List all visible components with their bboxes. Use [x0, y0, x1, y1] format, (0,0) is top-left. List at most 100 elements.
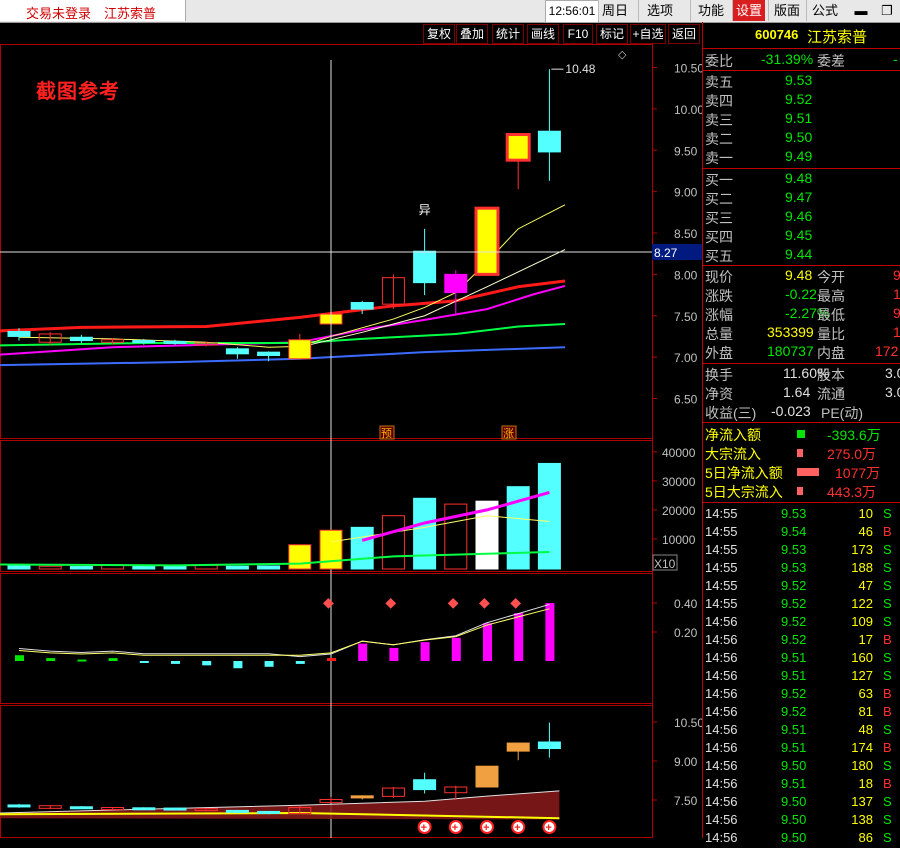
tick-time: 14:55 [705, 542, 738, 557]
stat-label-2: 最高 [817, 288, 845, 304]
toolbar-f10[interactable]: F10 [563, 24, 593, 44]
indicator-bar [483, 623, 492, 661]
tick-price: 9.54 [781, 524, 807, 539]
tick-side: S [883, 596, 892, 611]
crosshair-price-label: 8.27 [654, 246, 678, 260]
flow-value: 1077万 [835, 465, 881, 481]
tick-side: B [883, 632, 892, 647]
chart-area[interactable]: 10.50 10.00 9.50 9.00 8.50 8.00 7.50 7.00 6.50 8.… [0, 44, 704, 838]
functions-button[interactable]: 功能 [690, 0, 731, 21]
ask-label: 卖一 [705, 150, 733, 166]
toolbar-adjust[interactable]: 复权 [423, 24, 455, 44]
volume-bar [69, 566, 93, 570]
tick-time: 14:56 [705, 794, 738, 809]
tick-price: 9.51 [781, 776, 807, 791]
tick-price: 9.51 [781, 722, 807, 737]
toolbar-add-watchlist[interactable]: +自选 [630, 24, 666, 44]
tick-row: 14:56 9.51 127 S [703, 668, 900, 686]
stat-label: 现价 [705, 269, 733, 285]
tick-price: 9.51 [781, 650, 807, 665]
toolbar-mark[interactable]: 标记 [596, 24, 628, 44]
vol-tick-label: 40000 [662, 446, 696, 460]
stat-row: 外盘 180737 内盘 172 [703, 343, 900, 362]
tick-volume: 160 [851, 650, 873, 665]
indicator-bar [139, 661, 149, 663]
ask-price: 9.53 [785, 72, 813, 88]
main-tick-label: 7.00 [674, 351, 698, 365]
indicator-bar [233, 661, 243, 669]
ask-price: 9.51 [785, 110, 813, 126]
tick-time: 14:56 [705, 740, 738, 755]
info-row: 收益(三) -0.023 PE(动) [703, 403, 900, 422]
vol-tick-label: 30000 [662, 475, 696, 489]
bottom-tick-label: 7.50 [674, 794, 698, 808]
restore-icon[interactable]: ❐ [878, 2, 896, 19]
info-value-2: 3.0 [885, 365, 900, 381]
volume-bar [38, 565, 62, 570]
tick-row: 14:56 9.51 18 B [703, 776, 900, 794]
vol-tick-label: 20000 [662, 504, 696, 518]
plus-signal-glyph: + [421, 822, 427, 834]
indicator-bar [15, 655, 24, 661]
candle-body [413, 250, 437, 284]
tick-side: S [883, 758, 892, 773]
ind-tick-label: 0.20 [674, 626, 698, 640]
stat-value-2: 1 [893, 324, 900, 340]
tick-volume: 180 [851, 758, 873, 773]
plus-signal-glyph: + [514, 822, 520, 834]
diamond-icon: ◇ [618, 49, 627, 61]
toolbar-overlay[interactable]: 叠加 [456, 24, 488, 44]
candle-body [288, 339, 312, 360]
tick-side: S [883, 650, 892, 665]
weekday-button[interactable]: 周日 [598, 0, 631, 21]
minimize-icon[interactable]: ▬ [852, 2, 870, 19]
stat-value-2: 9 [893, 267, 900, 283]
toolbar-draw[interactable]: 画线 [527, 24, 559, 44]
indicator-bar [420, 642, 430, 661]
tick-volume: 10 [858, 506, 873, 521]
login-status[interactable]: 交易未登录 [26, 3, 91, 22]
flow-row: 5日大宗流入 443.3万 [703, 482, 900, 501]
volume-bar [350, 526, 374, 570]
flow-row: 净流入额 -393.6万 [703, 425, 900, 444]
tick-time: 14:56 [705, 632, 738, 647]
main-tick-label: 10.00 [674, 103, 702, 117]
kline-chart[interactable]: 10.50 10.00 9.50 9.00 8.50 8.00 7.50 7.00 6.50 8.… [0, 44, 704, 838]
formula-button[interactable]: 公式 [806, 0, 843, 21]
bottom-candle-body [7, 804, 31, 808]
options-button[interactable]: 选项 [638, 0, 681, 21]
indicator-bar [77, 659, 87, 662]
bottom-candle-body [506, 742, 530, 752]
tick-volume: 81 [858, 704, 873, 719]
flow-row: 5日净流入额 1077万 [703, 463, 900, 482]
bid-price: 9.48 [785, 170, 813, 186]
ask-row: 卖一 9.49 [703, 148, 900, 167]
stat-value: -0.22 [785, 286, 817, 302]
indicator-bar [514, 613, 524, 661]
candle-body [225, 348, 249, 355]
plus-signal-glyph: + [545, 822, 551, 834]
main-tick-label: 10.50 [674, 62, 702, 76]
stat-value-2: 10 [893, 286, 900, 302]
login-area[interactable]: 交易未登录 江苏索普 [0, 0, 186, 21]
info-label-2: 流通 [817, 386, 845, 402]
candle-body [132, 340, 156, 344]
toolbar-stats[interactable]: 统计 [492, 24, 524, 44]
bottom-tick-label: 9.00 [674, 755, 698, 769]
info-value: 1.64 [783, 384, 811, 400]
candle-body [350, 302, 374, 310]
stat-value: 353399 [767, 324, 814, 340]
tick-price: 9.52 [781, 632, 807, 647]
diamond-signal-icon: ◆ [385, 594, 396, 610]
bottom-candle-body [475, 765, 499, 788]
ask-label: 卖四 [705, 93, 733, 109]
bid-price: 9.45 [785, 227, 813, 243]
layout-button[interactable]: 版面 [768, 0, 805, 21]
settings-button[interactable]: 设置 [732, 0, 765, 21]
tick-time: 14:56 [705, 686, 738, 701]
diamond-signal-icon: ◆ [448, 594, 459, 610]
toolbar-back[interactable]: 返回 [668, 24, 700, 44]
indicator-bar [545, 603, 555, 661]
tick-time: 14:56 [705, 704, 738, 719]
bottom-candle-body [350, 795, 374, 799]
